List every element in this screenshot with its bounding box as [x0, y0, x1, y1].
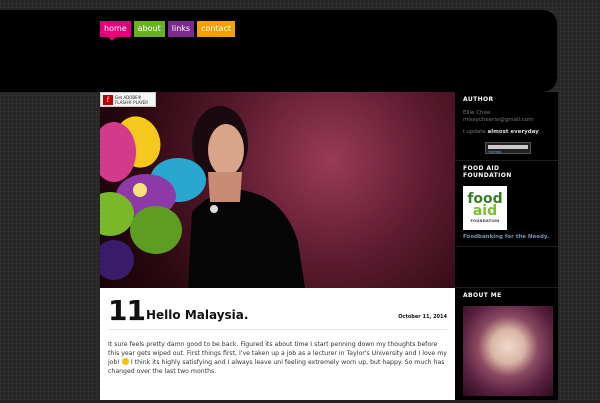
hero-image: f Get ADOBE® FLASH® PLAYER	[100, 92, 455, 288]
black-top-shape	[188, 189, 305, 288]
twitter-bar	[488, 145, 528, 149]
update-prefix: I update	[463, 129, 488, 135]
food-aid-tagline: Foodbanking for the Needy.	[463, 234, 550, 240]
post-body: It sure feels pretty damn good to be bac…	[108, 340, 448, 376]
about-me-photo	[463, 306, 553, 396]
food-aid-logo-aid: aid	[472, 203, 498, 219]
necklace-pendant	[210, 205, 218, 213]
face-shape	[208, 124, 244, 176]
flash-badge-line2: FLASH® PLAYER	[115, 100, 149, 105]
post-title[interactable]: Hello Malaysia.	[146, 308, 248, 322]
food-aid-heading: FOOD AID FOUNDATION	[463, 165, 512, 179]
post-divider	[108, 329, 447, 330]
twitter-label: TWITTER	[488, 150, 502, 154]
smiley-icon	[121, 358, 129, 365]
post-day: 11	[108, 294, 146, 327]
update-suffix: .	[538, 129, 541, 135]
nav-about-link[interactable]: about	[133, 21, 165, 37]
food-aid-logo-foundation: FOUNDATION	[470, 219, 500, 223]
nav-home-link[interactable]: home	[100, 21, 131, 41]
author-email[interactable]: missycheerio@gmail.com	[463, 117, 550, 124]
main-content: f Get ADOBE® FLASH® PLAYER 11 Hello Mala…	[100, 92, 455, 400]
author-heading: AUTHOR	[463, 96, 494, 103]
neck-shape	[208, 172, 242, 202]
update-bold: almost everyday	[487, 129, 539, 135]
food-aid-logo[interactable]: food aid FOUNDATION	[463, 186, 507, 230]
about-me-heading: ABOUT ME	[463, 292, 502, 299]
nav-contact-link[interactable]: contact	[197, 21, 236, 37]
post-body-part2: I think its highly satisfying and I alwa…	[108, 359, 445, 375]
get-flash-player-badge[interactable]: f Get ADOBE® FLASH® PLAYER	[100, 92, 156, 107]
update-note: I update almost everyday.	[463, 129, 550, 136]
post-paragraph: It sure feels pretty damn good to be bac…	[108, 340, 448, 376]
food-aid-section: FOOD AID FOUNDATION food aid FOUNDATION …	[455, 161, 558, 247]
nav-links-link[interactable]: links	[167, 21, 195, 37]
twitter-widget[interactable]: TWITTER	[485, 142, 531, 154]
sidebar: AUTHOR Ellie Chee missycheerio@gmail.com…	[455, 92, 558, 403]
header-bar	[0, 10, 557, 92]
hero-illustration	[100, 106, 305, 288]
author-section: AUTHOR Ellie Chee missycheerio@gmail.com…	[455, 92, 558, 161]
author-name: Ellie Chee	[463, 110, 491, 116]
post-date: October 11, 2014	[398, 314, 447, 320]
main-nav: home about links contact	[100, 21, 236, 41]
about-me-section: ABOUT ME	[455, 287, 558, 403]
post: 11 Hello Malaysia. October 11, 2014 It s…	[100, 288, 455, 400]
flash-icon: f	[103, 95, 113, 105]
